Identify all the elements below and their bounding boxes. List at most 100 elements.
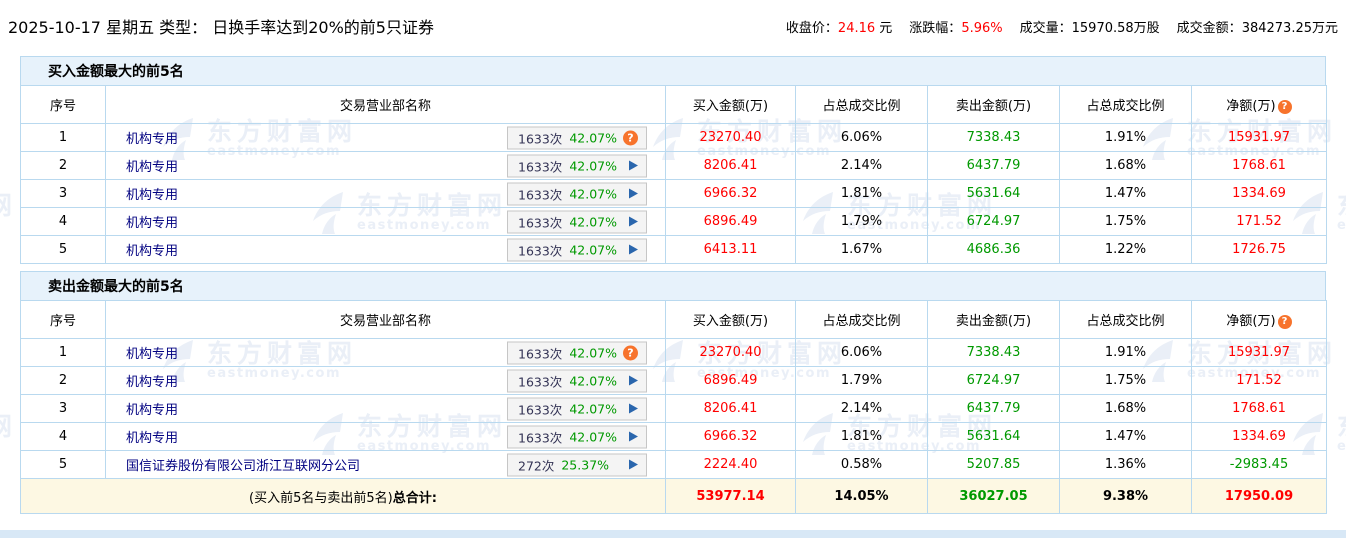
branch-stats-badge[interactable]: 1633次 42.07% [507,425,647,448]
buy-section-title: 买入金额最大的前5名 [20,56,1326,86]
buy-amount: 6966.32 [666,180,796,208]
branch-stats-badge[interactable]: 272次 25.37% [507,453,647,476]
buy-ratio: 1.79% [796,367,928,395]
branch-name-cell: 机构专用 1633次 42.07% [106,152,666,180]
question-icon[interactable]: ? [623,130,638,145]
arrow-right-icon[interactable] [629,245,638,255]
branch-name-cell: 机构专用 1633次 42.07% [106,367,666,395]
col-header-net-amount: 净额(万)? [1192,301,1327,339]
buy-ratio: 2.14% [796,152,928,180]
sell-amount: 6724.97 [928,367,1060,395]
branch-name-link[interactable]: 机构专用 [126,403,178,418]
sell-section-title: 卖出金额最大的前5名 [20,271,1326,301]
col-header-buy-amount: 买入金额(万) [666,86,796,124]
total-row: (买入前5名与卖出前5名)总合计: 53977.14 14.05% 36027.… [21,479,1327,514]
win-rate: 25.37% [561,457,609,472]
branch-name-link[interactable]: 国信证券股份有限公司浙江互联网分公司 [126,459,360,474]
turnover-stat: 成交金额：384273.25万元 [1177,17,1338,36]
total-net-amount: 17950.09 [1192,479,1327,514]
buy-amount: 2224.40 [666,451,796,479]
sell-amount: 7338.43 [928,124,1060,152]
turnover-value: 384273.25万元 [1242,21,1338,36]
table-row: 2 机构专用 1633次 42.07% 8206.41 2.14% 6437.7… [21,152,1327,180]
sell-amount: 5631.64 [928,423,1060,451]
arrow-right-icon[interactable] [629,217,638,227]
branch-stats-badge[interactable]: 1633次 42.07% [507,369,647,392]
buy-amount: 23270.40 [666,339,796,367]
sell-amount: 7338.43 [928,339,1060,367]
branch-stats-badge[interactable]: 1633次 42.07% [507,238,647,261]
sell-ratio: 1.22% [1060,236,1192,264]
page-title: 2025-10-17 星期五 类型： 日换手率达到20%的前5只证券 [8,14,434,38]
sell-ratio: 1.75% [1060,208,1192,236]
table-row: 3 机构专用 1633次 42.07% 8206.41 2.14% 6437.7… [21,395,1327,423]
buy-amount: 6896.49 [666,367,796,395]
branch-name-link[interactable]: 机构专用 [126,160,178,175]
volume-label: 成交量： [1020,21,1072,36]
branch-name-cell: 机构专用 1633次 42.07% [106,236,666,264]
branch-stats-badge[interactable]: 1633次 42.07% ? [507,341,647,364]
question-icon[interactable]: ? [623,345,638,360]
branch-name-cell: 机构专用 1633次 42.07% [106,423,666,451]
table-row: 1 机构专用 1633次 42.07% ? 23270.40 6.06% 733… [21,339,1327,367]
branch-stats-badge[interactable]: 1633次 42.07% [507,182,647,205]
branch-name-link[interactable]: 机构专用 [126,347,178,362]
buy-ratio: 0.58% [796,451,928,479]
win-rate: 42.07% [569,429,617,444]
sell-amount: 5631.64 [928,180,1060,208]
arrow-right-icon[interactable] [629,460,638,470]
table-row: 1 机构专用 1633次 42.07% ? 23270.40 6.06% 733… [21,124,1327,152]
win-rate: 42.07% [569,158,617,173]
watermark-cn-text: 东方财富网 [0,413,17,440]
close-price-stat: 收盘价：24.16 元 [786,17,892,36]
col-header-net-amount: 净额(万)? [1192,86,1327,124]
branch-stats-badge[interactable]: 1633次 42.07% [507,397,647,420]
col-header-sell-amount: 卖出金额(万) [928,301,1060,339]
turnover-label: 成交金额： [1177,21,1242,36]
table-row: 2 机构专用 1633次 42.07% 6896.49 1.79% 6724.9… [21,367,1327,395]
appearance-count: 1633次 [518,371,562,390]
question-icon[interactable]: ? [1278,315,1292,329]
branch-name-link[interactable]: 机构专用 [126,188,178,203]
table-row: 4 机构专用 1633次 42.07% 6966.32 1.81% 5631.6… [21,423,1327,451]
net-amount: 1768.61 [1192,395,1327,423]
volume-stat: 成交量：15970.58万股 [1020,17,1160,36]
watermark-cn-text: 东方财富网 [1337,192,1346,219]
branch-name-link[interactable]: 机构专用 [126,244,178,259]
watermark-cn-text: 东方财富网 [1337,413,1346,440]
win-rate: 42.07% [569,214,617,229]
col-header-buy-ratio: 占总成交比例 [796,301,928,339]
total-sell-amount: 36027.05 [928,479,1060,514]
question-icon[interactable]: ? [1278,100,1292,114]
branch-stats-badge[interactable]: 1633次 42.07% ? [507,126,647,149]
branch-name-link[interactable]: 机构专用 [126,216,178,231]
row-index: 2 [21,367,106,395]
branch-stats-badge[interactable]: 1633次 42.07% [507,210,647,233]
col-header-sell-ratio: 占总成交比例 [1060,301,1192,339]
arrow-right-icon[interactable] [629,432,638,442]
win-rate: 42.07% [569,186,617,201]
arrow-right-icon[interactable] [629,376,638,386]
branch-stats-badge[interactable]: 1633次 42.07% [507,154,647,177]
sell-ratio: 1.36% [1060,451,1192,479]
appearance-count: 1633次 [518,240,562,259]
close-price-value: 24.16 [838,21,875,36]
branch-name-cell: 机构专用 1633次 42.07% [106,208,666,236]
branch-name-link[interactable]: 机构专用 [126,132,178,147]
sell-ratio: 1.47% [1060,180,1192,208]
arrow-right-icon[interactable] [629,161,638,171]
arrow-right-icon[interactable] [629,189,638,199]
watermark-en-text: eastmoney.com [0,440,17,454]
arrow-right-icon[interactable] [629,404,638,414]
net-amount: 15931.97 [1192,339,1327,367]
col-header-buy-ratio: 占总成交比例 [796,86,928,124]
branch-name-cell: 机构专用 1633次 42.07% [106,395,666,423]
table-row: 3 机构专用 1633次 42.07% 6966.32 1.81% 5631.6… [21,180,1327,208]
branch-name-link[interactable]: 机构专用 [126,431,178,446]
buy-ratio: 6.06% [796,124,928,152]
sell-amount: 6724.97 [928,208,1060,236]
sell-ratio: 1.75% [1060,367,1192,395]
table-row: 5 国信证券股份有限公司浙江互联网分公司 272次 25.37% 2224.40… [21,451,1327,479]
branch-name-link[interactable]: 机构专用 [126,375,178,390]
row-index: 5 [21,451,106,479]
